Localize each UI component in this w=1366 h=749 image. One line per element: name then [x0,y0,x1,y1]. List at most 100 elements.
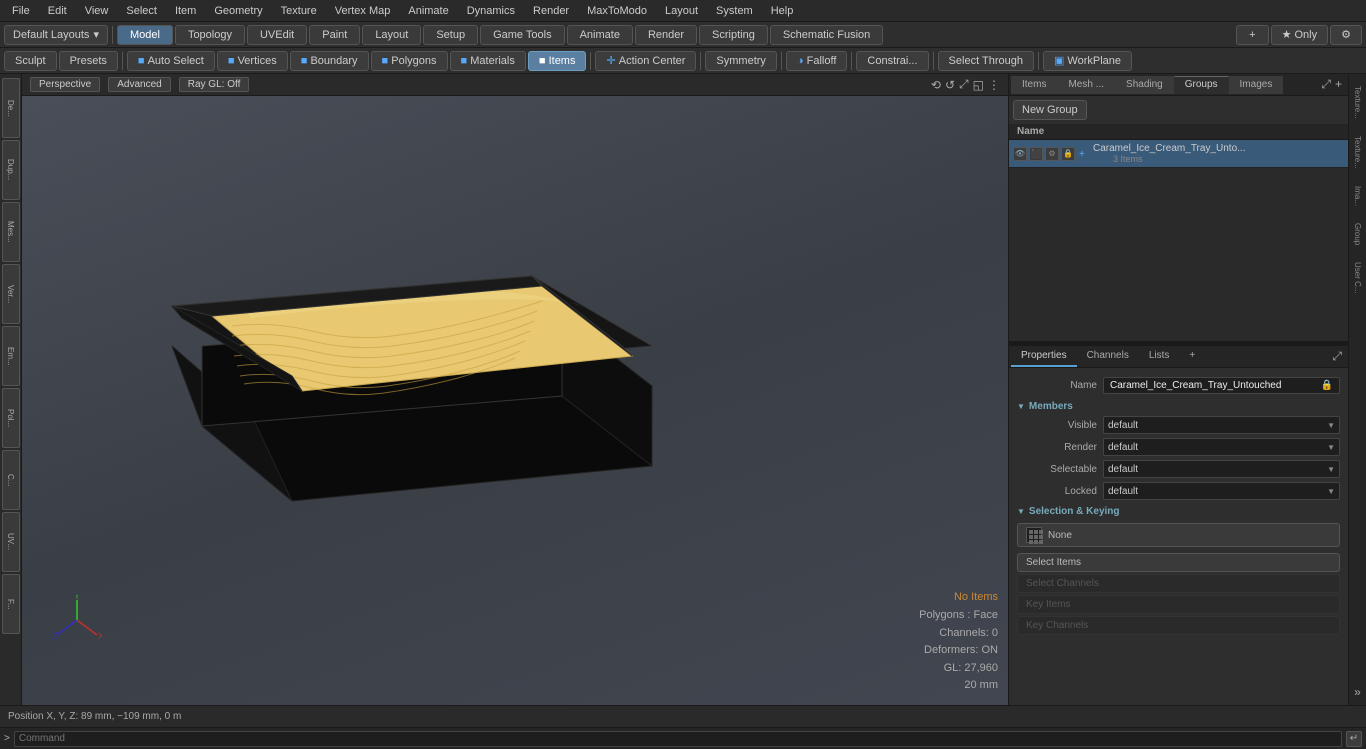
properties-icon[interactable]: ⚙ [1045,147,1059,161]
materials-btn[interactable]: ■ Materials [450,51,526,71]
menu-file[interactable]: File [4,3,38,19]
falloff-btn[interactable]: ◑ Falloff [786,51,847,71]
presets-btn[interactable]: Presets [59,51,118,71]
menu-item[interactable]: Item [167,3,204,19]
menu-select[interactable]: Select [118,3,165,19]
workplane-btn[interactable]: ▣ WorkPlane [1043,51,1132,71]
vtab-texture2[interactable]: Texture... [1351,128,1364,177]
menu-animate[interactable]: Animate [400,3,456,19]
left-tab-f[interactable]: F... [2,574,20,634]
right-tab-groups[interactable]: Groups [1174,76,1229,94]
select-items-btn[interactable]: Select Items [1017,553,1340,572]
action-center-btn[interactable]: ✛ Action Center [595,51,696,71]
render-select[interactable]: default ▼ [1103,438,1340,456]
select-channels-btn[interactable]: Select Channels [1017,574,1340,593]
rotate-icon[interactable]: ⟲ [931,78,941,92]
add-panel-icon[interactable]: + [1335,77,1342,92]
vtab-user-c[interactable]: User C... [1351,254,1364,302]
left-tab-mes[interactable]: Mes... [2,202,20,262]
tab-scripting[interactable]: Scripting [699,25,768,45]
select-through-btn[interactable]: Select Through [938,51,1034,71]
tab-channels[interactable]: Channels [1077,347,1139,367]
tab-animate[interactable]: Animate [567,25,633,45]
star-only-btn[interactable]: ★ Only [1271,25,1329,45]
tab-add[interactable]: + [1236,25,1268,45]
vertices-btn[interactable]: ■ Vertices [217,51,288,71]
left-tab-pol[interactable]: Pol... [2,388,20,448]
constraints-btn[interactable]: Constrai... [856,51,928,71]
layout-dropdown[interactable]: Default Layouts ▾ [4,25,108,45]
tab-game-tools[interactable]: Game Tools [480,25,565,45]
frame-icon[interactable]: ◱ [973,78,984,92]
menu-layout[interactable]: Layout [657,3,706,19]
menu-geometry[interactable]: Geometry [206,3,270,19]
boundary-btn[interactable]: ■ Boundary [290,51,369,71]
vtab-texture1[interactable]: Texture... [1351,78,1364,127]
vtab-ima[interactable]: Ima... [1351,178,1364,214]
expand-arrow[interactable]: » [1352,683,1363,701]
left-tab-uv[interactable]: UV... [2,512,20,572]
polygons-btn[interactable]: ■ Polygons [371,51,448,71]
viewport[interactable]: Perspective Advanced Ray GL: Off ⟲ ↺ ⤢ ◱… [22,74,1008,705]
name-value[interactable]: Caramel_Ice_Cream_Tray_Untouched 🔒 [1103,377,1340,394]
fit-icon[interactable]: ⤢ [959,77,969,92]
name-lock-icon: 🔒 [1321,380,1333,391]
refresh-icon[interactable]: ↺ [945,78,955,92]
left-tab-dup[interactable]: Dup... [2,140,20,200]
lock-icon[interactable]: 🔒 [1061,147,1075,161]
auto-select-btn[interactable]: ■ Auto Select [127,51,215,71]
vtab-group[interactable]: Group [1351,215,1364,253]
group-list-item[interactable]: 👁 ⬛ ⚙ 🔒 + Caramel_Ice_Cream_Tray_Unto...… [1009,140,1348,168]
tab-paint[interactable]: Paint [309,25,360,45]
perspective-btn[interactable]: Perspective [30,77,100,92]
left-tab-c[interactable]: C... [2,450,20,510]
selectable-select[interactable]: default ▼ [1103,460,1340,478]
visible-select[interactable]: default ▼ [1103,416,1340,434]
left-tab-ver[interactable]: Ver... [2,264,20,324]
right-tab-images[interactable]: Images [1229,76,1284,94]
render-icon[interactable]: ⬛ [1029,147,1043,161]
right-tab-items[interactable]: Items [1011,76,1057,94]
expand-panel-icon[interactable]: ⤢ [1321,77,1331,92]
ray-gl-btn[interactable]: Ray GL: Off [179,77,250,92]
menu-vertex-map[interactable]: Vertex Map [327,3,399,19]
left-tab-de[interactable]: De... [2,78,20,138]
menu-maxtomodo[interactable]: MaxToModo [579,3,655,19]
command-input[interactable] [14,731,1342,747]
tab-topology[interactable]: Topology [175,25,245,45]
new-group-button[interactable]: New Group [1013,100,1087,120]
left-tab-em[interactable]: Em... [2,326,20,386]
symmetry-btn[interactable]: Symmetry [705,51,777,71]
more-icon[interactable]: ⋮ [988,78,1000,92]
menu-dynamics[interactable]: Dynamics [459,3,523,19]
tab-render[interactable]: Render [635,25,697,45]
right-tab-mesh[interactable]: Mesh ... [1057,76,1115,94]
right-tab-shading[interactable]: Shading [1115,76,1174,94]
menu-edit[interactable]: Edit [40,3,75,19]
prop-expand-icon[interactable]: ⤢ [1332,349,1342,364]
menu-render[interactable]: Render [525,3,577,19]
menu-help[interactable]: Help [763,3,802,19]
visibility-icon[interactable]: 👁 [1013,147,1027,161]
items-btn[interactable]: ■ Items [528,51,587,71]
settings-btn[interactable]: ⚙ [1330,25,1362,45]
tab-lists[interactable]: Lists [1139,347,1180,367]
tab-model[interactable]: Model [117,25,173,45]
tab-layout[interactable]: Layout [362,25,421,45]
locked-select[interactable]: default ▼ [1103,482,1340,500]
none-btn[interactable]: None [1017,523,1340,547]
menu-system[interactable]: System [708,3,761,19]
advanced-btn[interactable]: Advanced [108,77,170,92]
key-channels-btn[interactable]: Key Channels [1017,616,1340,635]
command-bar: > ↵ [0,727,1366,749]
tab-properties[interactable]: Properties [1011,347,1077,367]
tab-uvedit[interactable]: UVEdit [247,25,307,45]
key-items-btn[interactable]: Key Items [1017,595,1340,614]
sculpt-btn[interactable]: Sculpt [4,51,57,71]
menu-view[interactable]: View [77,3,117,19]
tab-setup[interactable]: Setup [423,25,478,45]
menu-texture[interactable]: Texture [273,3,325,19]
command-submit-btn[interactable]: ↵ [1346,731,1362,747]
tab-schematic[interactable]: Schematic Fusion [770,25,883,45]
tab-add-prop[interactable]: + [1179,347,1205,367]
